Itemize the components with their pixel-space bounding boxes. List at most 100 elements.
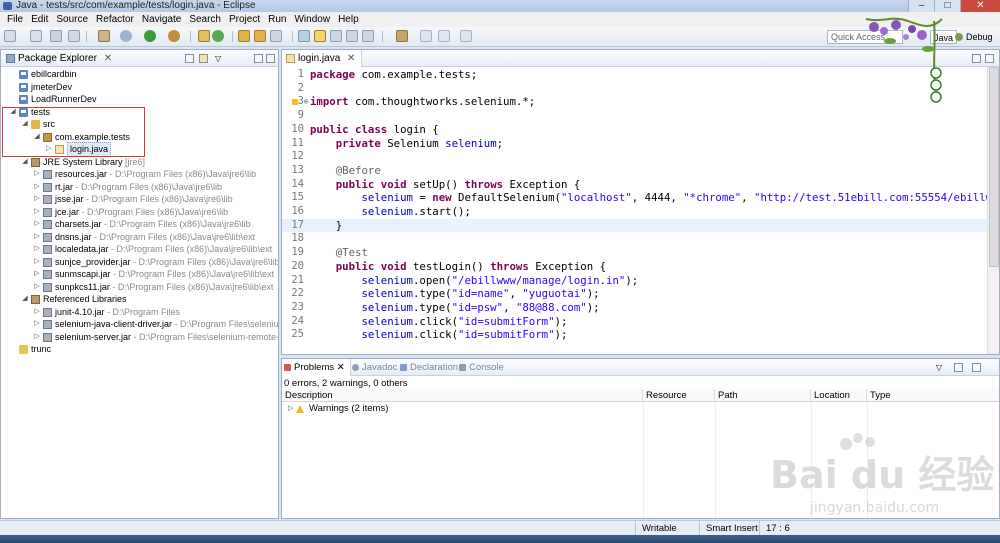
collapsed-arrow-icon[interactable]: ▷	[33, 231, 41, 244]
tab-problems[interactable]: Problems ✕	[282, 359, 351, 376]
menu-edit[interactable]: Edit	[27, 12, 52, 27]
toggle-mark-icon[interactable]	[298, 30, 310, 42]
search-icon[interactable]	[270, 30, 282, 42]
menu-window[interactable]: Window	[290, 12, 334, 27]
collapsed-arrow-icon[interactable]: ▷	[33, 281, 41, 294]
maximize-editor-icon[interactable]	[985, 54, 994, 63]
column-location[interactable]: Location	[811, 389, 867, 401]
collapsed-arrow-icon[interactable]: ▷	[33, 306, 41, 319]
menu-run[interactable]: Run	[264, 12, 290, 27]
new-class-icon[interactable]	[212, 30, 224, 42]
collapse-all-icon[interactable]	[185, 54, 194, 63]
editor-tab-login-java[interactable]: login.java ✕	[282, 50, 363, 67]
editor-scrollbar[interactable]	[987, 67, 999, 354]
collapsed-arrow-icon[interactable]: ▷	[33, 218, 41, 231]
close-button[interactable]: ✕	[960, 0, 1000, 12]
close-icon[interactable]: ✕	[337, 362, 345, 373]
menu-refactor[interactable]: Refactor	[92, 12, 138, 27]
toggle-highlight-icon[interactable]	[314, 30, 326, 42]
minimize-view-icon[interactable]	[954, 363, 963, 372]
menu-source[interactable]: Source	[52, 12, 92, 27]
minimize-view-icon[interactable]	[254, 54, 263, 63]
tab-label: Console	[469, 362, 504, 373]
code-text: public class login {	[310, 122, 439, 136]
minimize-button[interactable]: –	[908, 0, 934, 12]
save-icon[interactable]	[30, 30, 42, 42]
maximize-view-icon[interactable]	[266, 54, 275, 63]
table-row[interactable]: ▷ Warnings (2 items)	[282, 403, 999, 415]
collapsed-arrow-icon[interactable]: ▷	[33, 256, 41, 269]
menu-navigate[interactable]: Navigate	[138, 12, 185, 27]
tree-item-path: - D:\Program Files (x86)\Java\jre6\lib\e…	[133, 256, 278, 267]
open-task-icon[interactable]	[254, 30, 266, 42]
line-number: 24	[291, 314, 304, 327]
expanded-arrow-icon[interactable]: ◢	[21, 156, 29, 169]
print-icon[interactable]	[68, 30, 80, 42]
pilcrow-icon[interactable]	[362, 30, 374, 42]
code-text: selenium.type("id=name", "yuguotai");	[361, 287, 600, 301]
line-number: 10	[291, 122, 304, 135]
package-explorer-tab[interactable]: Package Explorer ✕	[5, 50, 112, 67]
expanded-arrow-icon[interactable]: ◢	[21, 293, 29, 306]
collapsed-arrow-icon[interactable]: ▷	[33, 331, 41, 344]
code-line: 9	[282, 109, 987, 123]
collapsed-arrow-icon[interactable]: ▷	[33, 206, 41, 219]
collapsed-arrow-icon[interactable]: ▷	[33, 318, 41, 331]
menu-search[interactable]: Search	[185, 12, 225, 27]
debug-perspective-button[interactable]: Debug	[953, 30, 996, 44]
debug-icon[interactable]	[120, 30, 132, 42]
column-path[interactable]: Path	[715, 389, 811, 401]
tree-item-label: ebillcardbin	[31, 69, 77, 79]
column-description[interactable]: Description	[282, 389, 643, 401]
show-whitespace-icon[interactable]	[330, 30, 342, 42]
collapsed-arrow-icon[interactable]: ▷	[33, 181, 41, 194]
column-resource[interactable]: Resource	[643, 389, 715, 401]
code-area[interactable]: 1 package com.example.tests; 2 3 ⊕ import c…	[282, 67, 987, 354]
column-type[interactable]: Type	[867, 389, 999, 401]
collapsed-arrow-icon[interactable]: ▷	[33, 268, 41, 281]
collapsed-arrow-icon[interactable]: ▷	[33, 193, 41, 206]
column-divider	[867, 402, 868, 518]
external-tools-icon[interactable]	[98, 30, 110, 42]
tree-item-path: - D:\Program Files (x86)\Java\jre6\lib\e…	[94, 231, 256, 242]
scrollbar-thumb[interactable]	[989, 67, 999, 267]
menu-file[interactable]: File	[3, 12, 27, 27]
code-line: 20 public void testLogin() throws Except…	[282, 260, 987, 274]
quick-access-input[interactable]: Quick Access	[827, 30, 903, 44]
tree-item-label: jsse.jar	[55, 194, 84, 204]
block-selection-icon[interactable]	[346, 30, 358, 42]
collapsed-arrow-icon[interactable]: ▷	[288, 403, 293, 415]
link-with-editor-icon[interactable]	[199, 54, 208, 63]
package-explorer-view: Package Explorer ✕ ▽ ebillcardbin jmeter…	[0, 49, 279, 519]
close-icon[interactable]: ✕	[347, 53, 355, 64]
last-edit-icon[interactable]	[460, 30, 472, 42]
maximize-view-icon[interactable]	[972, 363, 981, 372]
collapsed-arrow-icon[interactable]: ▷	[33, 243, 41, 256]
menu-help[interactable]: Help	[334, 12, 363, 27]
new-java-project-icon[interactable]	[198, 30, 210, 42]
tree-item-path: - D:\Program Files (x86)\Java\jre6\lib	[81, 206, 229, 217]
maximize-button[interactable]: □	[934, 0, 960, 12]
view-menu-icon[interactable]: ▽	[215, 54, 224, 63]
close-icon[interactable]: ✕	[104, 53, 112, 64]
coverage-icon[interactable]	[168, 30, 180, 42]
tab-declaration[interactable]: Declaration	[398, 359, 458, 376]
tree-item-label: sunpkcs11.jar	[55, 281, 110, 292]
back-icon[interactable]	[420, 30, 432, 42]
jar-icon	[43, 182, 52, 192]
annotation-next-icon[interactable]	[396, 30, 408, 42]
tab-javadoc[interactable]: Javadoc	[350, 359, 397, 376]
menu-project[interactable]: Project	[225, 12, 264, 27]
save-all-icon[interactable]	[50, 30, 62, 42]
view-menu-icon[interactable]: ▽	[936, 363, 945, 372]
fold-icon[interactable]: ⊕	[302, 95, 310, 109]
minimize-editor-icon[interactable]	[972, 54, 981, 63]
tab-console[interactable]: Console	[457, 359, 504, 376]
line-number: 23	[291, 300, 304, 313]
run-icon[interactable]	[144, 30, 156, 42]
forward-icon[interactable]	[438, 30, 450, 42]
code-line: 21 selenium.open("/ebillwww/manage/login…	[282, 274, 987, 288]
collapsed-arrow-icon[interactable]: ▷	[33, 168, 41, 181]
new-icon[interactable]	[4, 30, 16, 42]
open-type-icon[interactable]	[238, 30, 250, 42]
